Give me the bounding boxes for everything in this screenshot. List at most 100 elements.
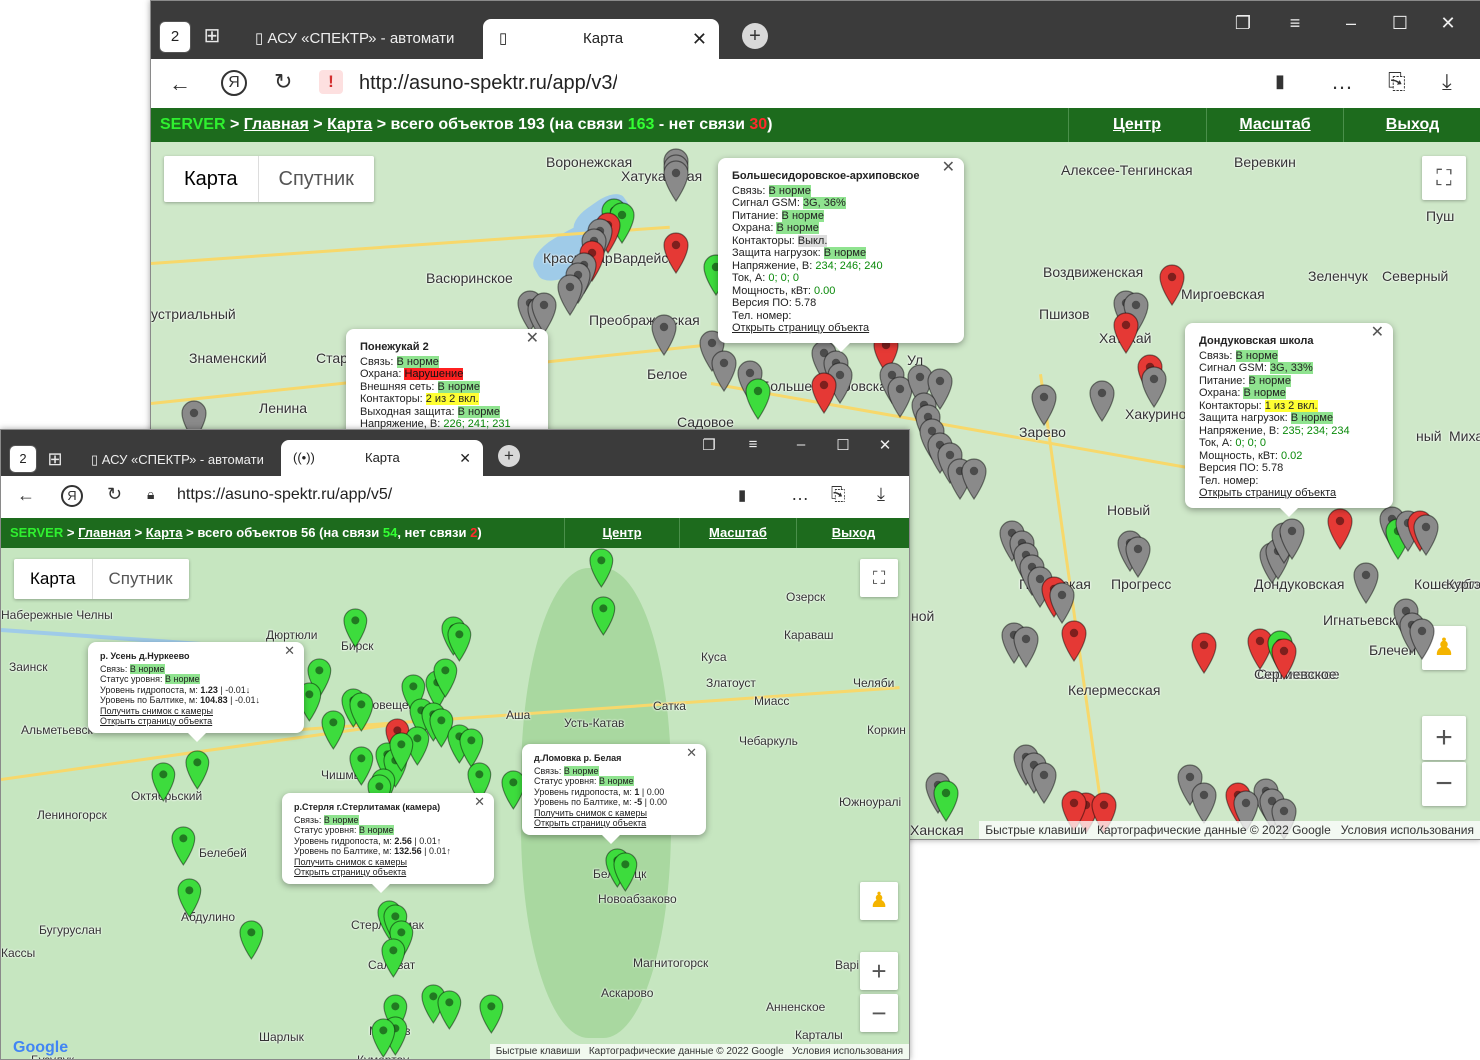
map-pin-icon[interactable] (1191, 782, 1217, 825)
map-pin-icon[interactable] (613, 852, 639, 894)
zoom-out-icon[interactable]: − (860, 994, 898, 1032)
map-pin-icon[interactable] (1013, 626, 1039, 669)
download-icon[interactable]: ⤓ (1442, 69, 1452, 95)
close-popup-icon[interactable]: ✕ (686, 746, 697, 758)
close-popup-icon[interactable]: ✕ (942, 160, 955, 175)
extensions-icon[interactable]: ⎘ (831, 484, 845, 505)
map-pin-icon[interactable] (1327, 508, 1353, 551)
url-field[interactable]: https://asuno-spektr.ru/app/v5/ (177, 486, 392, 504)
map-pin-icon[interactable] (381, 938, 407, 980)
popup-link[interactable]: Открыть страницу объекта (534, 818, 694, 829)
map-pin-icon[interactable] (1113, 312, 1139, 355)
tab-map[interactable]: ((•)) Карта ✕ (281, 440, 483, 476)
map-pin-icon[interactable] (1409, 618, 1435, 661)
tab-group-icon[interactable]: ⊞ (197, 21, 227, 51)
popup-link[interactable]: Получить снимок с камеры (294, 857, 482, 868)
map-pin-icon[interactable] (1159, 264, 1185, 307)
map-pin-icon[interactable] (1031, 762, 1057, 805)
crumb-home-link[interactable]: Главная (78, 525, 131, 540)
map-pin-icon[interactable] (371, 1018, 397, 1059)
map-pin-icon[interactable] (591, 596, 617, 638)
map-pin-icon[interactable] (1413, 514, 1439, 557)
close-popup-icon[interactable]: ✕ (284, 644, 295, 656)
reload-icon[interactable]: ↻ (107, 484, 122, 505)
close-icon[interactable]: ✕ (1434, 13, 1462, 34)
crumb-home-link[interactable]: Главная (244, 116, 309, 133)
menu-icon[interactable]: ≡ (1281, 13, 1309, 34)
minimize-icon[interactable]: – (789, 436, 813, 453)
map-type-satellite[interactable]: Спутник (259, 156, 374, 202)
map-pin-icon[interactable] (961, 458, 987, 501)
map-pin-icon[interactable] (185, 750, 211, 792)
download-icon[interactable]: ⤓ (877, 484, 885, 505)
crumb-map-link[interactable]: Карта (327, 116, 372, 133)
map-pin-icon[interactable] (1141, 366, 1167, 409)
zoom-out-icon[interactable]: − (1422, 762, 1466, 806)
extensions-icon[interactable]: ⎘ (1388, 69, 1406, 95)
lock-icon[interactable]: 🔒︎ (147, 486, 154, 503)
map-pin-icon[interactable] (321, 710, 347, 752)
map-pin-icon[interactable] (1049, 582, 1075, 625)
map-pin-icon[interactable] (589, 548, 615, 590)
map-pin-icon[interactable] (1089, 380, 1115, 423)
back-icon[interactable]: ← (169, 71, 191, 97)
map-pin-icon[interactable] (343, 608, 369, 650)
popup-link[interactable]: Получить снимок с камеры (100, 706, 292, 717)
map-pin-icon[interactable] (433, 658, 459, 700)
map-type-map[interactable]: Карта (14, 559, 93, 599)
map-pin-icon[interactable] (663, 160, 689, 203)
popup-link[interactable]: Открыть страницу объекта (294, 867, 482, 878)
map-pin-icon[interactable] (1353, 562, 1379, 605)
map-pin-icon[interactable] (177, 878, 203, 920)
map-pin-icon[interactable] (663, 232, 689, 275)
map-pin-icon[interactable] (711, 350, 737, 393)
popup-link[interactable]: Открыть страницу объекта (100, 716, 292, 727)
close-icon[interactable]: ✕ (873, 436, 897, 454)
bookmark-icon[interactable]: ▮ (738, 486, 746, 504)
map-pin-icon[interactable] (531, 292, 557, 335)
terms-link[interactable]: Условия использования (792, 1046, 903, 1057)
popup-link[interactable]: Получить снимок с камеры (534, 808, 694, 819)
home-tabs-button[interactable]: 2 (9, 445, 37, 473)
map-pin-icon[interactable] (811, 372, 837, 415)
map-type-satellite[interactable]: Спутник (93, 559, 189, 599)
map-pin-icon[interactable] (1061, 620, 1087, 663)
reload-icon[interactable]: ↻ (274, 69, 292, 95)
map-pin-icon[interactable] (557, 274, 583, 317)
map-pin-icon[interactable] (933, 780, 959, 823)
terms-link[interactable]: Условия использования (1341, 823, 1474, 837)
fullscreen-icon[interactable]: ⛶ (1422, 156, 1466, 200)
map-canvas[interactable]: Карта Спутник ⛶ ♟ + − Набережные Челны Дю… (1, 548, 909, 1059)
map-pin-icon[interactable] (151, 762, 177, 804)
close-tab-icon[interactable]: ✕ (692, 19, 707, 59)
map-pin-icon[interactable] (745, 378, 771, 421)
bookmark-icon[interactable]: ▮ (1275, 71, 1285, 92)
exit-button[interactable]: Выход (796, 518, 909, 548)
url-field[interactable]: http://asuno-spektr.ru/app/v3/ (359, 72, 618, 95)
menu-icon[interactable]: ≡ (741, 436, 765, 453)
yandex-icon[interactable]: Я (61, 485, 83, 507)
tab-asu-spektr[interactable]: ▯ АСУ «СПЕКТР» - автомати (91, 440, 271, 480)
close-popup-icon[interactable]: ✕ (1371, 325, 1384, 340)
fullscreen-icon[interactable]: ⛶ (860, 559, 898, 597)
tab-group-icon[interactable]: ⊞ (41, 444, 69, 474)
tab-asu-spektr[interactable]: ▯ АСУ «СПЕКТР» - автомати (255, 19, 475, 59)
map-pin-icon[interactable] (1031, 384, 1057, 427)
zoom-in-icon[interactable]: + (860, 952, 898, 990)
back-icon[interactable]: ← (17, 485, 35, 506)
home-tabs-button[interactable]: 2 (159, 21, 191, 53)
open-object-link[interactable]: Открыть страницу объекта (1199, 487, 1336, 499)
close-popup-icon[interactable]: ✕ (526, 331, 539, 346)
minimize-icon[interactable]: – (1337, 13, 1365, 34)
shortcuts-link[interactable]: Быстрые клавиши (496, 1046, 581, 1057)
map-pin-icon[interactable] (1271, 638, 1297, 681)
exit-button[interactable]: Выход (1343, 108, 1480, 142)
collections-icon[interactable]: ❐ (697, 436, 721, 454)
center-button[interactable]: Центр (1068, 108, 1205, 142)
more-icon[interactable]: … (1331, 69, 1353, 95)
close-popup-icon[interactable]: ✕ (474, 795, 485, 807)
map-pin-icon[interactable] (1125, 536, 1151, 579)
map-pin-icon[interactable] (1191, 632, 1217, 675)
pegman-icon[interactable]: ♟ (860, 882, 898, 920)
tab-map[interactable]: ▯ Карта ✕ (483, 19, 719, 59)
